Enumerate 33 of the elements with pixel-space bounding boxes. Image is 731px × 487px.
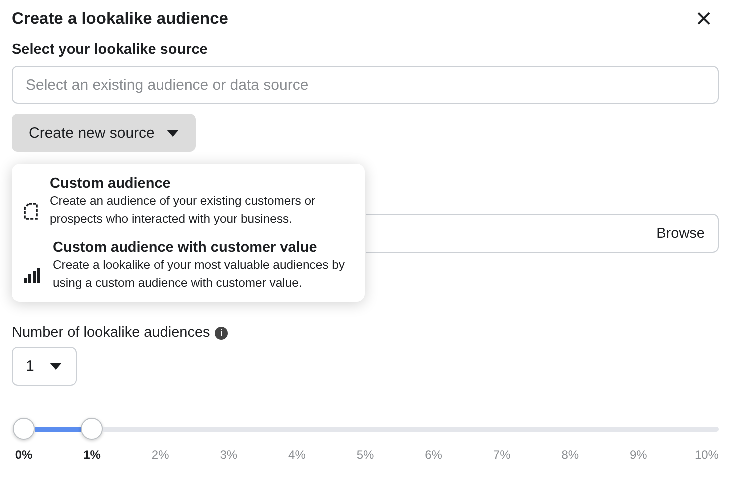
tick-label: 7%: [492, 448, 512, 462]
menu-item-description: Create an audience of your existing customers or prospects who interacted with your business.: [50, 193, 317, 228]
tick-label: 1%: [82, 448, 102, 462]
tick-label: 10%: [694, 448, 719, 462]
menu-item-description: Create a lookalike of your most valuable audiences by using a custom audience with customer value.: [53, 257, 346, 292]
menu-item-title: Custom audience: [50, 176, 172, 192]
info-icon: i: [215, 326, 228, 340]
tick-label: 3%: [219, 448, 239, 462]
tick-label: 9%: [629, 448, 648, 462]
caret-icon: [50, 363, 62, 370]
tick-label: 6%: [424, 448, 444, 462]
bar-chart-icon: [24, 268, 41, 282]
source-field[interactable]: Select an existing audience or data source: [12, 66, 719, 104]
document-icon: [24, 202, 38, 220]
close-button[interactable]: ×: [691, 4, 717, 34]
tick-label: 0%: [14, 448, 34, 462]
tick-label: 4%: [288, 448, 307, 462]
slider-handle[interactable]: [81, 418, 104, 440]
field-label: Select your lookalike source: [12, 42, 209, 58]
browse-link[interactable]: Browse: [656, 226, 705, 242]
menu-item-title: Custom audience with customer value: [53, 240, 318, 256]
count-dropdown[interactable]: 1: [12, 347, 77, 386]
create-source-button[interactable]: Create new source: [12, 114, 196, 152]
location-field[interactable]: Browse: [366, 214, 719, 253]
caret-icon: [166, 130, 179, 136]
tick-label: 5%: [356, 448, 376, 462]
dialog-title: Create a lookalike audience: [12, 10, 228, 28]
slider-handle[interactable]: [13, 418, 35, 440]
tick-label: 2%: [150, 448, 170, 462]
field-label: Number of lookalike audiences: [12, 325, 210, 341]
menu-item[interactable]: Custom audience with customer value Create a lookalike of your most valuable audiences by using a custom audience with customer value.: [24, 240, 355, 292]
tick-label: 8%: [560, 448, 580, 462]
menu-item[interactable]: Custom audience Create an audience of your existing customers or prospects who interacted with your business.: [24, 176, 355, 228]
